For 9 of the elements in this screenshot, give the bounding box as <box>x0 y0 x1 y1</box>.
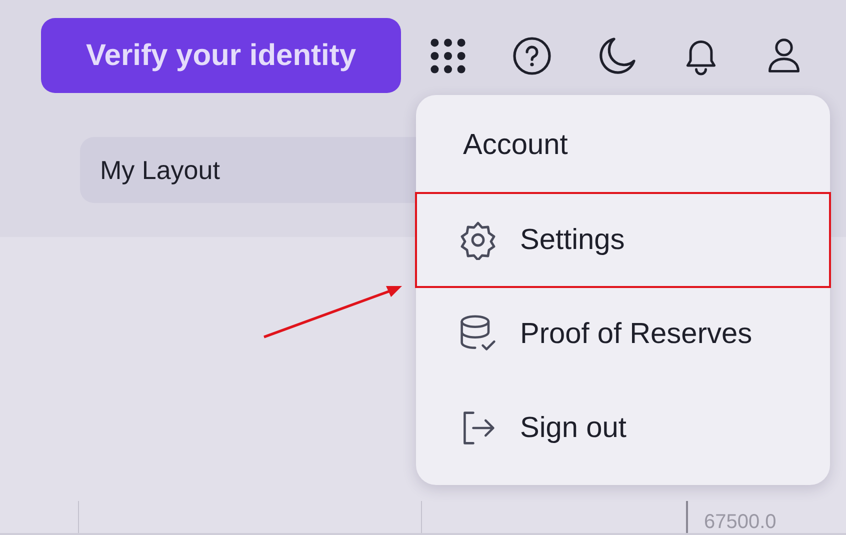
verify-identity-button[interactable]: Verify your identity <box>41 18 401 93</box>
menu-item[interactable]: Proof of Reserves <box>416 287 830 381</box>
apps-icon[interactable] <box>429 36 467 74</box>
moon-icon[interactable] <box>597 36 637 76</box>
gear-icon <box>458 220 498 260</box>
price-label: 67500.0 <box>704 511 776 533</box>
menu-title: Account <box>462 128 569 163</box>
help-icon[interactable] <box>512 36 552 76</box>
menu-item[interactable]: Sign out <box>416 381 830 475</box>
